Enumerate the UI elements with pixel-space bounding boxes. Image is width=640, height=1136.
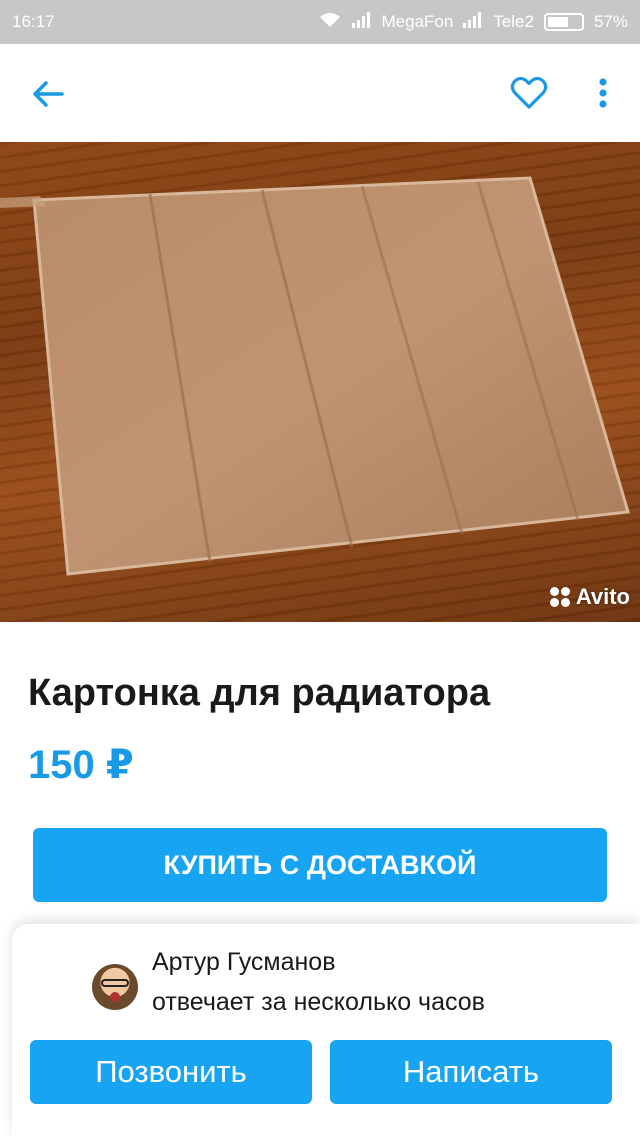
buy-with-delivery-button[interactable]: Купить с доставкой bbox=[33, 828, 607, 902]
call-button[interactable]: Позвонить bbox=[30, 1040, 312, 1104]
avito-logo-icon bbox=[549, 587, 570, 607]
wifi-icon bbox=[318, 11, 342, 34]
seller-response-time: отвечает за несколько часов bbox=[152, 988, 485, 1016]
more-options-icon[interactable] bbox=[590, 72, 616, 114]
avito-watermark: Avito bbox=[549, 584, 630, 610]
battery-icon bbox=[543, 13, 584, 31]
avatar-glasses bbox=[101, 979, 129, 987]
status-right: MegaFon Tele2 57% bbox=[318, 11, 628, 34]
favorite-heart-icon[interactable] bbox=[508, 72, 550, 114]
status-bar: 16:17 MegaFon Tele2 57% bbox=[0, 0, 640, 44]
carrier-1: MegaFon bbox=[381, 12, 454, 31]
signal-icon bbox=[351, 11, 372, 33]
cardboard-image bbox=[0, 176, 630, 576]
avatar-mouth bbox=[110, 992, 120, 1002]
avito-watermark-text: Avito bbox=[575, 584, 630, 609]
write-message-button[interactable]: Написать bbox=[330, 1040, 612, 1104]
carrier-2: Tele2 bbox=[493, 12, 534, 31]
listing-photo[interactable]: Avito bbox=[0, 142, 640, 622]
listing-title: Картонка для радиатора bbox=[28, 672, 491, 714]
listing-price: 150 ₽ bbox=[28, 743, 134, 787]
seller-name[interactable]: Артур Гусманов bbox=[152, 948, 336, 977]
seller-avatar[interactable] bbox=[92, 964, 138, 1010]
signal-icon-2 bbox=[463, 11, 483, 33]
seller-card: Артур Гусманов отвечает за несколько час… bbox=[12, 924, 640, 1136]
app-bar bbox=[0, 44, 640, 142]
back-arrow-icon[interactable] bbox=[28, 74, 68, 114]
status-time: 16:17 bbox=[12, 12, 55, 31]
battery-level: 57% bbox=[593, 12, 628, 31]
